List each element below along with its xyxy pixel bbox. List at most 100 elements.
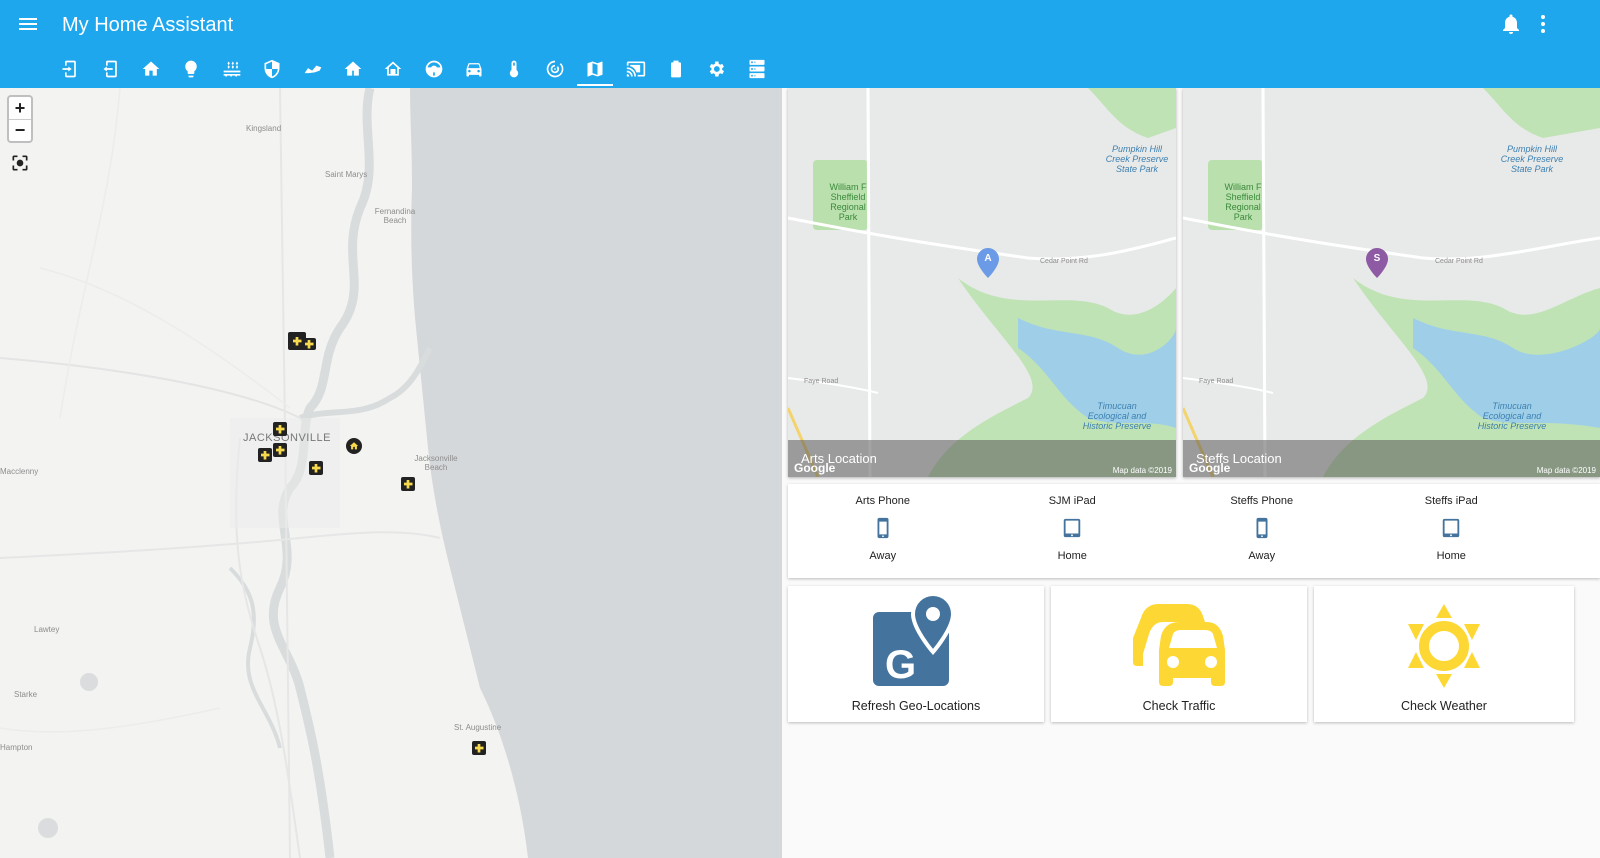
tab-home[interactable] xyxy=(131,50,171,88)
tab-phone-exit[interactable] xyxy=(50,50,90,88)
tracker-steffs-phone[interactable]: Steffs Phone Away xyxy=(1167,484,1357,578)
map-pin[interactable]: A xyxy=(977,248,999,278)
map-attribution: Map data ©2019 xyxy=(1112,466,1172,475)
view-tabs xyxy=(50,50,777,88)
tracker-name: SJM iPad xyxy=(1048,495,1096,507)
menu-icon[interactable] xyxy=(16,12,40,36)
zoom-out-button[interactable]: − xyxy=(9,119,31,141)
pin-letter: A xyxy=(984,253,992,264)
hospital-marker[interactable] xyxy=(472,741,486,755)
tab-server[interactable] xyxy=(737,50,777,88)
cellphone-icon xyxy=(1256,517,1268,539)
marker-icon xyxy=(304,339,314,349)
tab-phone-enter[interactable] xyxy=(90,50,130,88)
tracker-name: Steffs Phone xyxy=(1230,495,1294,507)
plus-icon xyxy=(403,479,413,489)
tab-temperature[interactable] xyxy=(494,50,534,88)
app-title: My Home Assistant xyxy=(62,14,234,36)
tracker-sjm-ipad[interactable]: SJM iPad Home xyxy=(978,484,1168,578)
overflow-menu-icon[interactable] xyxy=(1531,12,1555,36)
tab-battery[interactable] xyxy=(656,50,696,88)
weather-sunny-icon xyxy=(1408,604,1480,688)
check-weather-button[interactable]: Check Weather xyxy=(1314,586,1574,722)
zoom-control: + − xyxy=(7,95,33,143)
phone-exit-icon xyxy=(62,60,77,78)
tracker-arts-phone[interactable]: Arts Phone Away xyxy=(788,484,978,578)
radar-icon xyxy=(546,60,564,78)
tab-vacuum[interactable] xyxy=(292,50,332,88)
tab-car[interactable] xyxy=(454,50,494,88)
refresh-geo-locations-button[interactable]: G Refresh Geo-Locations xyxy=(788,586,1044,722)
road-label: Faye Road xyxy=(804,378,839,385)
button-label: Check Traffic xyxy=(1142,699,1216,713)
map-label-macclenny: Macclenny xyxy=(0,467,39,476)
button-label: Check Weather xyxy=(1401,699,1487,713)
check-traffic-button[interactable]: Check Traffic xyxy=(1051,586,1307,722)
google-logo: Google xyxy=(1189,461,1231,475)
tab-cast[interactable] xyxy=(615,50,655,88)
park-label: William F Sheffield Regional Park xyxy=(829,182,867,222)
plus-icon xyxy=(474,743,484,753)
server-icon xyxy=(749,59,765,79)
map-pin[interactable]: S xyxy=(1366,248,1388,278)
tracker-state: Away xyxy=(869,550,897,562)
pin-letter: S xyxy=(1373,253,1381,264)
map-label-kingsland: Kingsland xyxy=(246,124,282,133)
map-icon xyxy=(587,61,603,77)
hospital-marker[interactable] xyxy=(258,448,272,462)
cast-icon xyxy=(626,61,645,77)
map-label-jax-beach: Jacksonville Beach xyxy=(414,454,458,472)
area-map[interactable]: Kingsland Saint Marys Fernandina Beach J… xyxy=(0,88,782,858)
tab-home-variant[interactable] xyxy=(333,50,373,88)
svg-text:G: G xyxy=(885,643,916,687)
radiator-icon xyxy=(223,61,241,77)
sprinkler-icon xyxy=(425,60,443,78)
tracker-steffs-ipad[interactable]: Steffs iPad Home xyxy=(1357,484,1547,578)
home-zone-marker[interactable] xyxy=(346,438,362,454)
road-label: Cedar Point Rd xyxy=(1435,258,1483,265)
road-label: Faye Road xyxy=(1199,378,1234,385)
hospital-marker[interactable] xyxy=(309,461,323,475)
steffs-location-card[interactable]: William F Sheffield Regional Park Pumpki… xyxy=(1183,88,1600,477)
car-multiple-icon xyxy=(1133,604,1225,686)
home-variant-icon xyxy=(344,61,362,76)
marker-icon xyxy=(292,336,302,346)
zoom-in-button[interactable]: + xyxy=(9,97,31,119)
device-tracker-card: Arts Phone Away SJM iPad Home Steffs Pho… xyxy=(788,484,1600,578)
tab-climate[interactable] xyxy=(212,50,252,88)
tracker-state: Away xyxy=(1248,550,1276,562)
robot-vacuum-icon xyxy=(304,65,321,74)
tab-radar[interactable] xyxy=(535,50,575,88)
tab-map[interactable] xyxy=(575,50,615,88)
tracker-name: Arts Phone xyxy=(855,495,910,507)
tab-security[interactable] xyxy=(252,50,292,88)
map-label-saint-marys: Saint Marys xyxy=(325,170,368,179)
hospital-marker[interactable] xyxy=(273,422,287,436)
preserve-label: Timucuan Ecological and Historic Preserv… xyxy=(1082,401,1152,431)
tab-sprinkler[interactable] xyxy=(414,50,454,88)
tab-lights[interactable] xyxy=(171,50,211,88)
notifications-bell-icon[interactable] xyxy=(1499,12,1523,36)
tracker-state: Home xyxy=(1436,550,1466,562)
home-icon xyxy=(349,442,359,450)
hospital-marker[interactable] xyxy=(273,443,287,457)
app-header: My Home Assistant xyxy=(0,0,1600,88)
tablet-icon xyxy=(1443,518,1460,538)
right-panel: William F Sheffield Regional Park Pumpki… xyxy=(782,88,1600,858)
arts-location-card[interactable]: William F Sheffield Regional Park Pumpki… xyxy=(788,88,1176,477)
road-label: Cedar Point Rd xyxy=(1040,258,1088,265)
home-outline-icon xyxy=(384,61,402,76)
map-label-fernandina: Fernandina Beach xyxy=(374,207,416,225)
tracker-name: Steffs iPad xyxy=(1424,495,1478,507)
thermometer-icon xyxy=(510,60,519,78)
tracker-state: Home xyxy=(1057,550,1087,562)
hospital-marker[interactable] xyxy=(401,477,415,491)
fit-bounds-icon[interactable] xyxy=(10,153,30,173)
preserve-label: Timucuan Ecological and Historic Preserv… xyxy=(1477,401,1547,431)
tab-settings[interactable] xyxy=(696,50,736,88)
map-label-lawtey: Lawtey xyxy=(34,625,60,634)
tab-home-outline[interactable] xyxy=(373,50,413,88)
settings-icon xyxy=(710,61,725,77)
phone-enter-icon xyxy=(103,60,117,78)
house-marker[interactable] xyxy=(302,338,316,350)
